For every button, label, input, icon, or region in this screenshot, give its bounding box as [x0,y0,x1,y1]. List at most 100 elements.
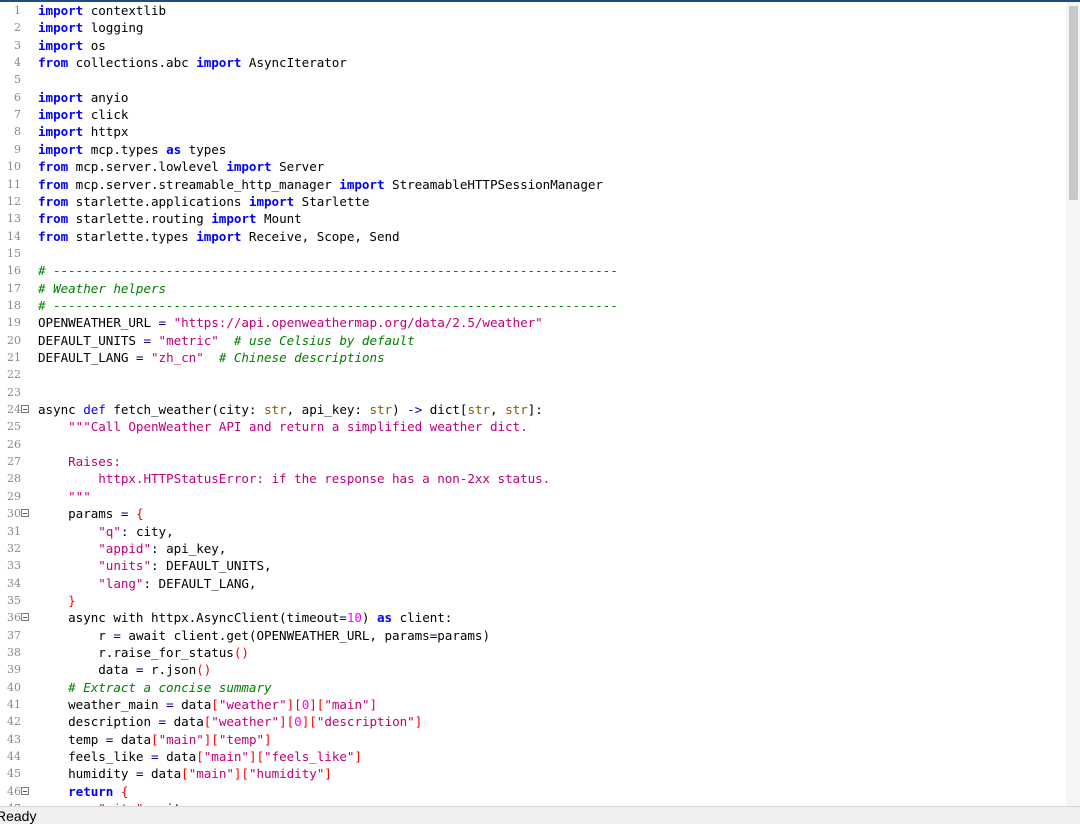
code-token: [ [211,697,219,712]
code-token: import [339,176,385,192]
code-token: ][ [309,697,325,712]
code-token: ][ [203,731,219,747]
code-text: from mcp.server.streamable_http_manager … [38,176,603,193]
code-text: "units": DEFAULT_UNITS, [38,557,272,574]
code-line[interactable]: 37 r = await client.get(OPENWEATHER_URL,… [0,627,1066,644]
code-line[interactable]: 10 from mcp.server.lowlevel import Server [0,158,1066,175]
code-line[interactable]: 11 from mcp.server.streamable_http_manage… [0,176,1066,193]
code-line[interactable]: 21 DEFAULT_LANG = "zh_cn" # Chinese descr… [0,349,1066,366]
fold-toggle-icon[interactable] [21,405,29,414]
code-text: params = { [38,505,144,522]
code-line[interactable]: 45 humidity = data["main"]["humidity"] [0,765,1066,782]
code-text: DEFAULT_UNITS = "metric" # use Celsius b… [38,332,415,349]
code-token: = [113,627,121,643]
code-token: : DEFAULT_UNITS, [151,558,272,574]
code-line[interactable]: 40 # Extract a concise summary [0,679,1066,696]
code-line[interactable]: 27 Raises: [0,453,1066,470]
code-token: , api_key: [286,402,370,418]
vertical-scrollbar[interactable] [1066,2,1080,806]
code-line[interactable]: 34 "lang": DEFAULT_LANG, [0,575,1066,592]
code-line[interactable]: 30 params = { [0,505,1066,522]
code-token: : city, [120,523,174,539]
code-token: "main" [158,731,204,747]
code-line[interactable]: 43 temp = data["main"]["temp"] [0,731,1066,748]
line-number: 21 [7,351,21,364]
code-line[interactable]: 22 [0,366,1066,383]
line-number: 41 [7,698,21,711]
code-line[interactable]: 4 from collections.abc import AsyncIterat… [0,54,1066,71]
code-line[interactable]: 2 import logging [0,19,1066,36]
code-token: } [68,592,76,608]
code-line[interactable]: 23 [0,384,1066,401]
code-line[interactable]: 44 feels_like = data["main"]["feels_like… [0,748,1066,765]
code-line[interactable]: 13 from starlette.routing import Mount [0,210,1066,227]
code-line[interactable]: 1 import contextlib [0,2,1066,19]
code-line[interactable]: 7 import click [0,106,1066,123]
code-line[interactable]: 24 async def fetch_weather(city: str, api… [0,401,1066,418]
code-line[interactable]: 39 data = r.json() [0,661,1066,678]
code-line[interactable]: 9 import mcp.types as types [0,141,1066,158]
code-text: } [38,592,76,609]
code-text: data = r.json() [38,661,211,678]
code-line[interactable]: 3 import os [0,37,1066,54]
code-line[interactable]: 25 """Call OpenWeather API and return a … [0,418,1066,435]
code-token: [ [196,749,204,765]
code-token: "https://api.openweathermap.org/data/2.5… [173,315,543,331]
code-token: ][ [233,766,249,782]
code-line[interactable]: 46 return { [0,783,1066,800]
code-line[interactable]: 5 [0,71,1066,88]
code-line[interactable]: 19 OPENWEATHER_URL = "https://api.openwea… [0,314,1066,331]
code-text: # Extract a concise summary [38,679,271,696]
code-editor[interactable]: 1 import contextlib 2 import logging 3 import… [0,2,1080,806]
code-line[interactable]: 12 from starlette.applications import Sta… [0,193,1066,210]
code-token: params [38,506,121,522]
code-line[interactable]: 33 "units": DEFAULT_UNITS, [0,557,1066,574]
code-token: logging [83,20,144,36]
code-line[interactable]: 36 async with httpx.AsyncClient(timeout=… [0,609,1066,626]
code-token: OPENWEATHER_URL [38,315,159,331]
code-line[interactable]: 6 import anyio [0,89,1066,106]
line-number: 22 [7,368,21,382]
code-line[interactable]: 8 import httpx [0,123,1066,140]
code-token: Raises: [68,454,121,470]
code-token: from [38,159,69,175]
code-token: mcp.server.streamable_http_manager [68,176,340,192]
code-line[interactable]: 42 description = data["weather"][0]["des… [0,713,1066,730]
code-line[interactable]: 17 # Weather helpers [0,280,1066,297]
fold-toggle-icon[interactable] [21,786,29,795]
code-token: ) [392,402,408,418]
line-number: 43 [7,732,21,746]
code-token: { [120,783,129,799]
line-number: 27 [7,455,21,469]
code-token: ) [361,610,377,626]
scrollbar-thumb[interactable] [1069,6,1078,200]
code-line[interactable]: 28 httpx.HTTPStatusError: if the respons… [0,470,1066,487]
code-text: # --------------------------------------… [38,262,618,279]
code-token: "feels_like" [264,749,355,765]
code-line[interactable]: 41 weather_main = data["weather"][0]["ma… [0,696,1066,713]
fold-toggle-icon[interactable] [21,509,29,518]
code-line[interactable]: 26 [0,436,1066,453]
code-line[interactable]: 32 "appid": api_key, [0,540,1066,557]
code-token: "weather" [211,714,280,730]
code-token: await client.get(OPENWEATHER_URL, params [120,627,430,643]
code-token: { [135,506,144,522]
fold-toggle-icon[interactable] [21,613,29,622]
code-token: = [166,697,174,712]
code-line[interactable]: 14 from starlette.types import Receive, S… [0,228,1066,245]
code-line[interactable]: 29 """ [0,488,1066,505]
code-line[interactable]: 15 [0,245,1066,262]
code-line[interactable]: 16 # ------------------------------------… [0,262,1066,279]
code-line[interactable]: 38 r.raise_for_status() [0,644,1066,661]
line-number: 23 [7,385,21,399]
code-token: data [158,749,197,765]
line-number: 46 [7,784,21,798]
code-line[interactable]: 20 DEFAULT_UNITS = "metric" # use Celsius… [0,332,1066,349]
code-line[interactable]: 18 # ------------------------------------… [0,297,1066,314]
code-text: from mcp.server.lowlevel import Server [38,158,324,175]
code-token: data [166,714,204,730]
code-line[interactable]: 35 } [0,592,1066,609]
code-line[interactable]: 31 "q": city, [0,523,1066,540]
